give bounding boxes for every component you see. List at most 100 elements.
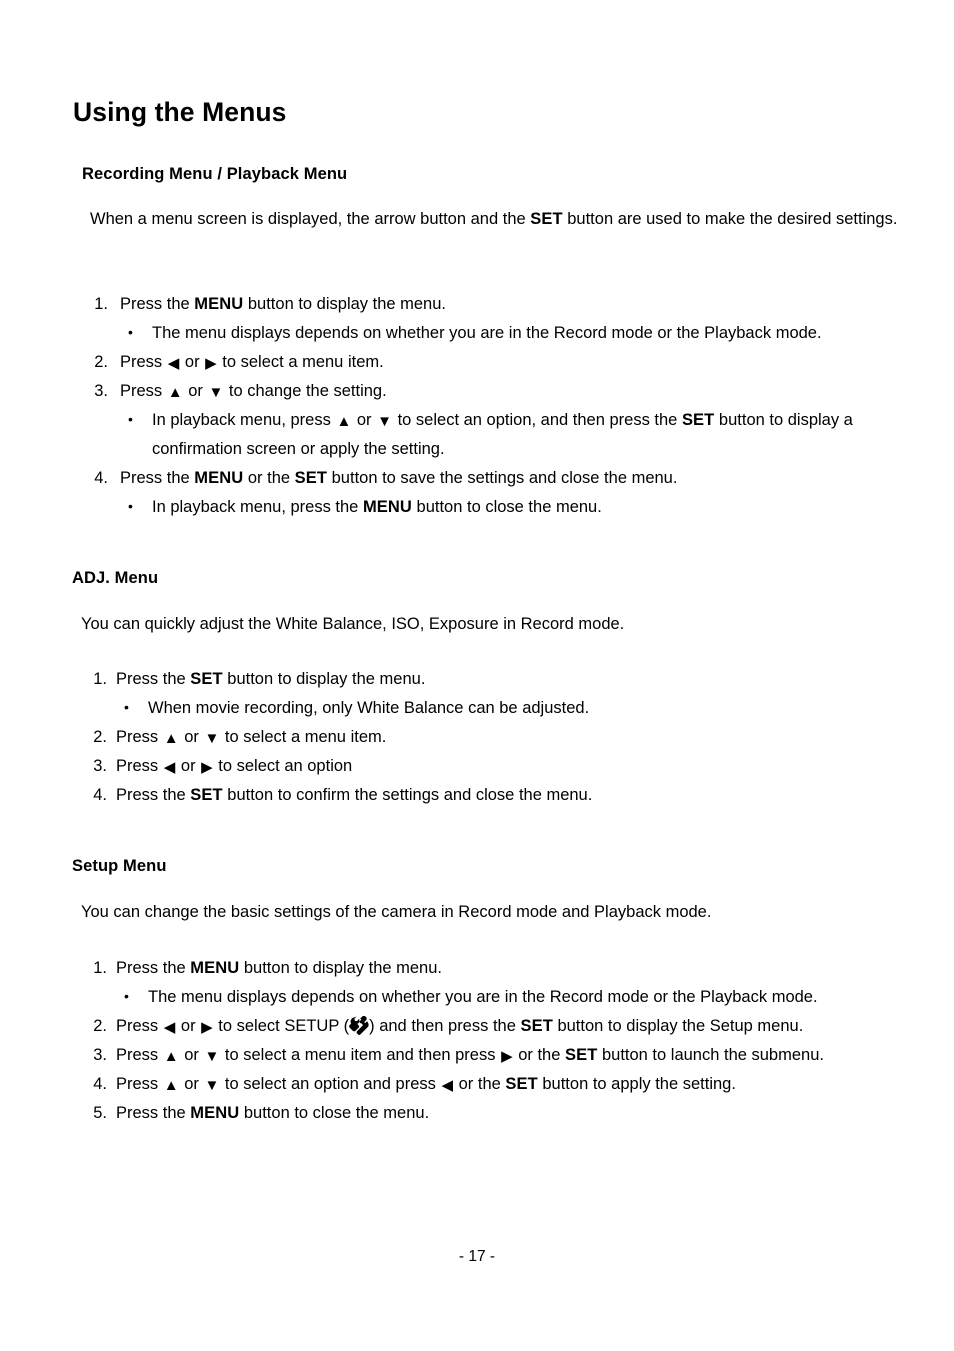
step-text-b: button to display the menu.: [222, 670, 426, 688]
step-text-b: to select a menu item.: [220, 728, 387, 746]
step-item: 4. Press ▲ or ▼ to select an option and …: [81, 1070, 926, 1099]
step-item: 3. Press ◀ or ▶ to select an option: [81, 752, 911, 781]
step-text-b: button to display the menu.: [239, 959, 442, 977]
step-text: Press ▲ or ▼ to select a menu item and t…: [116, 1041, 926, 1070]
arrow-down-icon: ▼: [204, 1077, 220, 1094]
step-text-b: to select a menu item.: [217, 353, 384, 371]
arrow-up-icon: ▲: [167, 384, 183, 401]
set-keyword: SET: [565, 1046, 598, 1064]
sub-bullet-text: When movie recording, only White Balance…: [148, 699, 590, 717]
step-text-b: button to save the settings and close th…: [327, 469, 678, 487]
step-text-d: button to display the Setup menu.: [552, 1017, 804, 1035]
step-text-mid: or: [180, 353, 205, 371]
step-number: 4.: [93, 786, 107, 804]
arrow-left-icon: ◀: [163, 1019, 176, 1036]
step-text: Press ◀ or ▶ to select SETUP ( ) and the…: [116, 1012, 926, 1041]
arrow-down-icon: ▼: [208, 384, 224, 401]
arrow-up-icon: ▲: [336, 413, 352, 430]
step-text-mid: or the: [243, 469, 295, 487]
step-text-c: or the: [513, 1046, 565, 1064]
sub-bullet-text: The menu displays depends on whether you…: [152, 324, 822, 342]
bullet-icon: •: [124, 699, 129, 715]
set-keyword: SET: [681, 411, 715, 429]
sub-text-b: button to close the menu.: [411, 498, 602, 516]
arrow-up-icon: ▲: [163, 1048, 179, 1065]
step-text-a: Press: [116, 757, 163, 775]
sub-bullet-text: In playback menu, press the MENU button …: [152, 498, 602, 516]
section-heading-setup: Setup Menu: [72, 857, 167, 875]
section-heading-adj: ADJ. Menu: [72, 569, 159, 587]
step-text: Press the SET button to display the menu…: [116, 665, 911, 694]
step-text-b: to change the setting.: [224, 382, 387, 400]
set-keyword: SET: [530, 210, 563, 228]
set-keyword: SET: [190, 670, 223, 688]
step-text-a: Press: [116, 1046, 163, 1064]
step-item: 4. Press the SET button to confirm the s…: [81, 781, 911, 810]
step-item: 2. Press ▲ or ▼ to select a menu item.: [81, 723, 911, 752]
arrow-down-icon: ▼: [377, 413, 392, 430]
step-text-d: button to apply the setting.: [537, 1075, 736, 1093]
intro-text-b: button are used to make the desired sett…: [562, 210, 898, 228]
sub-bullet-item: • When movie recording, only White Balan…: [116, 694, 911, 723]
step-text-a: Press the: [120, 469, 195, 487]
document-page: Using the Menus Recording Menu / Playbac…: [0, 0, 954, 1351]
step-number: 5.: [93, 1104, 107, 1122]
step-text-a: Press: [120, 382, 167, 400]
step-item: 2. Press ◀ or ▶ to select a menu item.: [82, 348, 912, 377]
arrow-right-icon: ▶: [201, 759, 213, 776]
sub-bullet-item: • In playback menu, press the MENU butto…: [120, 493, 924, 522]
step-text-b: button to display the menu.: [243, 295, 446, 313]
recording-intro-paragraph: When a menu screen is displayed, the arr…: [90, 205, 910, 234]
step-text: Press the SET button to confirm the sett…: [116, 781, 911, 810]
sub-text-b: to select an option, and then press the: [393, 411, 682, 429]
sub-bullet-list: • The menu displays depends on whether y…: [120, 319, 912, 348]
step-text-a: Press: [116, 1017, 163, 1035]
intro-text-a: When a menu screen is displayed, the arr…: [90, 210, 531, 228]
step-item: 3. Press ▲ or ▼ to select a menu item an…: [81, 1041, 926, 1070]
step-item: 1. Press the SET button to display the m…: [81, 665, 911, 723]
page-title: Using the Menus: [73, 97, 287, 127]
step-text-b: button to close the menu.: [239, 1104, 430, 1122]
step-text: Press the MENU button to close the menu.: [116, 1099, 926, 1128]
step-item: 1. Press the MENU button to display the …: [82, 290, 912, 348]
set-keyword: SET: [520, 1017, 553, 1035]
sub-bullet-list: • When movie recording, only White Balan…: [116, 694, 911, 723]
step-text: Press ◀ or ▶ to select an option: [116, 752, 911, 781]
step-text-a: Press the: [116, 670, 191, 688]
step-text-mid: or: [179, 1075, 204, 1093]
step-text-a: Press: [116, 728, 163, 746]
step-text-c: ) and then press the: [369, 1017, 521, 1035]
step-number: 2.: [93, 728, 107, 746]
step-number: 1.: [94, 295, 108, 313]
step-text-mid: or: [176, 757, 201, 775]
set-keyword: SET: [294, 469, 328, 487]
step-text-mid: or: [183, 382, 208, 400]
step-number: 4.: [93, 1075, 107, 1093]
step-text-b: to select an option and press: [220, 1075, 441, 1093]
step-text: Press ▲ or ▼ to select an option and pre…: [116, 1070, 926, 1099]
sub-bullet-item: • The menu displays depends on whether y…: [120, 319, 924, 348]
sub-bullet-list: • The menu displays depends on whether y…: [116, 983, 926, 1012]
step-text-b: to select SETUP (: [213, 1017, 350, 1035]
set-keyword: SET: [190, 786, 223, 804]
page-number: - 17 -: [458, 1248, 496, 1265]
step-text-a: Press the: [116, 1104, 191, 1122]
step-item: 4. Press the MENU or the SET button to s…: [82, 464, 912, 522]
step-text-a: Press the: [116, 959, 191, 977]
step-number: 4.: [94, 469, 108, 487]
arrow-right-icon: ▶: [205, 355, 217, 372]
sub-text-a: In playback menu, press the: [152, 498, 363, 516]
step-number: 2.: [94, 353, 108, 371]
arrow-down-icon: ▼: [204, 1048, 220, 1065]
bullet-icon: •: [124, 988, 129, 1004]
sub-text-a: In playback menu, press: [152, 411, 336, 429]
step-number: 3.: [93, 757, 107, 775]
step-item: 3. Press ▲ or ▼ to change the setting. •…: [82, 377, 912, 464]
step-text-b: button to confirm the settings and close…: [222, 786, 593, 804]
step-text-a: Press: [116, 1075, 163, 1093]
step-item: 2. Press ◀ or ▶ to select SETUP ( ) and …: [81, 1012, 926, 1041]
arrow-left-icon: ◀: [441, 1077, 454, 1094]
arrow-left-icon: ◀: [163, 759, 176, 776]
step-text-b: to select a menu item and then press: [220, 1046, 501, 1064]
step-text-a: Press the: [116, 786, 191, 804]
